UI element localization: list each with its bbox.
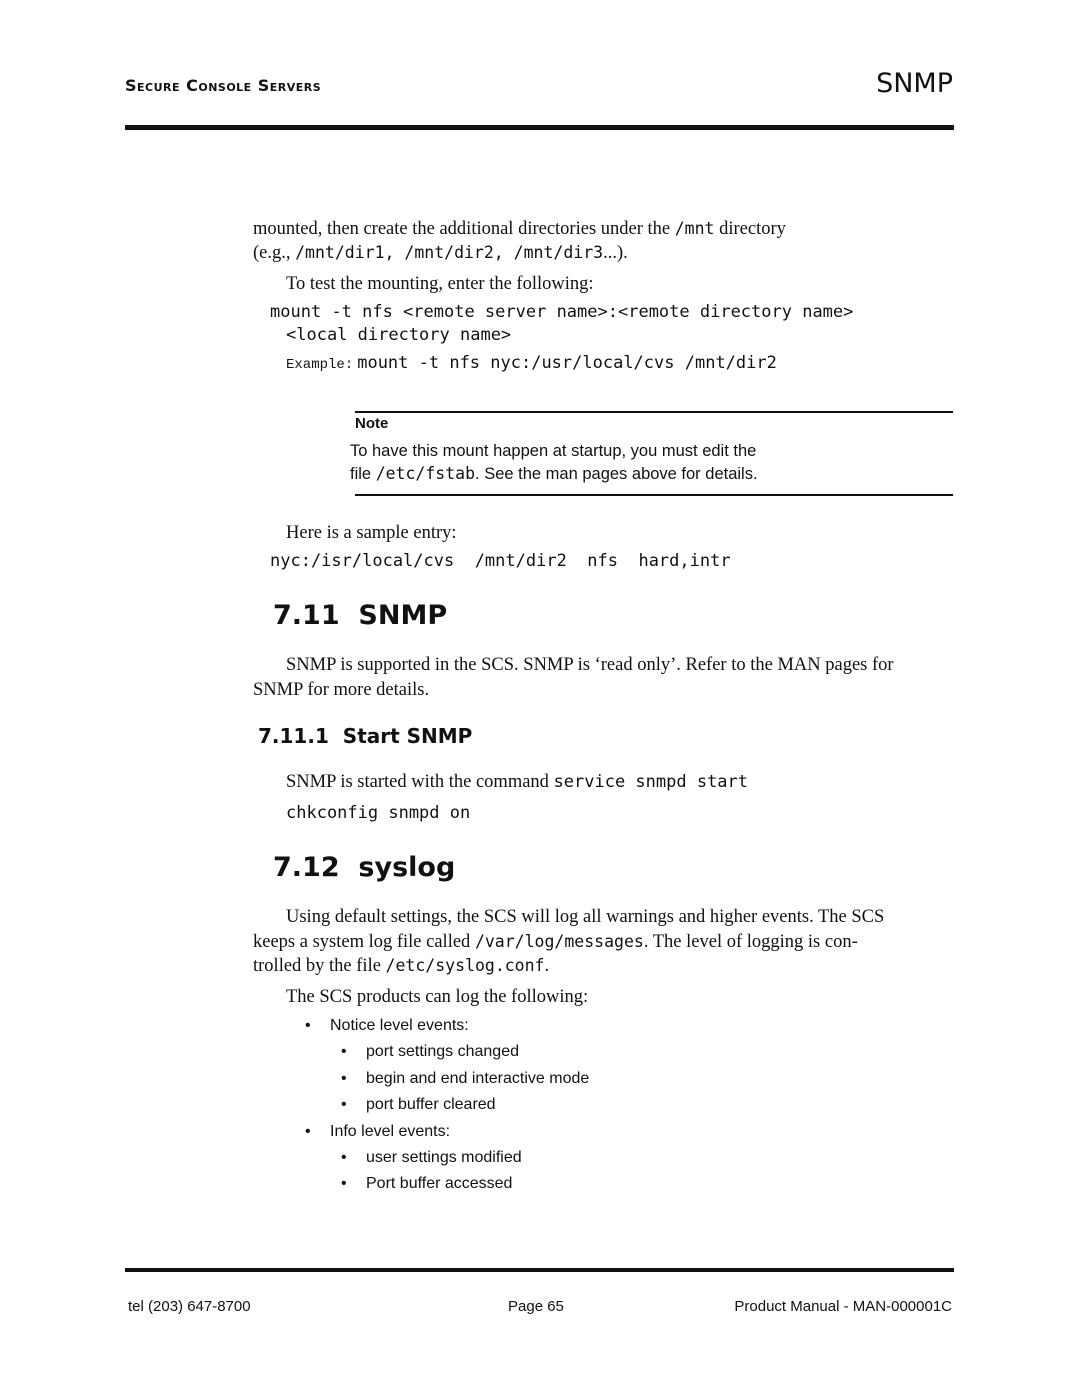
start-snmp-text: SNMP is started with the command service… (286, 772, 748, 793)
command-line1: mount -t nfs <remote server name>:<remot… (270, 302, 854, 322)
text: Notice level events: (330, 1017, 469, 1034)
bullet-icon: • (305, 1017, 311, 1034)
test-text: To test the mounting, enter the followin… (286, 274, 594, 294)
footer-manual: Product Manual - MAN-000001C (734, 1298, 952, 1315)
code: /mnt/dir1, /mnt/dir2, /mnt/dir3 (295, 243, 604, 262)
header-rule (125, 125, 954, 130)
text: file (350, 465, 376, 483)
text: port buffer cleared (366, 1096, 496, 1113)
snmp-heading: 7.11 SNMP (273, 600, 448, 631)
start-snmp-heading: 7.11.1 Start SNMP (258, 724, 473, 748)
text: begin and end interactive mode (366, 1070, 590, 1087)
code: /etc/syslog.conf (385, 956, 545, 975)
note-line1: To have this mount happen at startup, yo… (350, 442, 757, 460)
bullet-icon: • (305, 1123, 311, 1140)
syslog-heading: 7.12 syslog (273, 852, 456, 883)
example-line: Example: mount -t nfs nyc:/usr/local/cvs… (286, 353, 777, 373)
intro-line1: mounted, then create the additional dire… (253, 219, 786, 240)
command-line2: <local directory name> (286, 325, 512, 345)
bullet-icon: • (341, 1096, 347, 1113)
text: port settings changed (366, 1043, 519, 1060)
syslog-p1-line1: Using default settings, the SCS will log… (286, 907, 885, 927)
text: Port buffer accessed (366, 1175, 513, 1192)
intro-line2: (e.g., /mnt/dir1, /mnt/dir2, /mnt/dir3..… (253, 243, 628, 264)
footer-rule (125, 1268, 954, 1272)
bullet-icon: • (341, 1175, 347, 1192)
chkconfig-command: chkconfig snmpd on (286, 803, 471, 823)
text: Info level events: (330, 1123, 451, 1140)
syslog-p1-line3: trolled by the file /etc/syslog.conf. (253, 956, 549, 977)
bullet-icon: • (341, 1043, 347, 1060)
syslog-p2: The SCS products can log the following: (286, 987, 589, 1007)
text: . See the man pages above for details. (475, 465, 758, 483)
snmp-para-line2: SNMP for more details. (253, 680, 430, 700)
note-title: Note (355, 415, 389, 432)
code: /mnt (674, 219, 715, 238)
code: /etc/fstab (375, 464, 476, 483)
header-left: Secure Console Servers (125, 76, 322, 95)
note-top-rule (355, 411, 953, 413)
text: ...). (603, 243, 628, 263)
code: service snmpd start (553, 772, 749, 792)
text: keeps a system log file called (253, 932, 475, 952)
header-right: SNMP (876, 68, 953, 99)
footer-phone: tel (203) 647-8700 (128, 1298, 251, 1315)
text: user settings modified (366, 1149, 522, 1166)
example-label: Example: (286, 357, 354, 373)
note-line2: file /etc/fstab. See the man pages above… (350, 464, 758, 484)
text: . The level of logging is con- (643, 932, 858, 952)
text: directory (714, 219, 786, 239)
syslog-p1-line2: keeps a system log file called /var/log/… (253, 932, 858, 953)
text: SNMP is started with the command (286, 772, 554, 792)
sample-entry: nyc:/isr/local/cvs /mnt/dir2 nfs hard,in… (270, 551, 731, 571)
text: mounted, then create the additional dire… (253, 219, 675, 239)
snmp-para-line1: SNMP is supported in the SCS. SNMP is ‘r… (286, 655, 894, 675)
note-bottom-rule (355, 494, 953, 496)
code: /var/log/messages (474, 932, 644, 951)
sample-text: Here is a sample entry: (286, 523, 457, 543)
bullet-icon: • (341, 1070, 347, 1087)
bullet-icon: • (341, 1149, 347, 1166)
footer-page: Page 65 (508, 1298, 564, 1315)
text: trolled by the file (253, 956, 386, 976)
text: . (544, 956, 550, 976)
example-command: mount -t nfs nyc:/usr/local/cvs /mnt/dir… (357, 353, 777, 373)
text: (e.g., (253, 243, 296, 263)
